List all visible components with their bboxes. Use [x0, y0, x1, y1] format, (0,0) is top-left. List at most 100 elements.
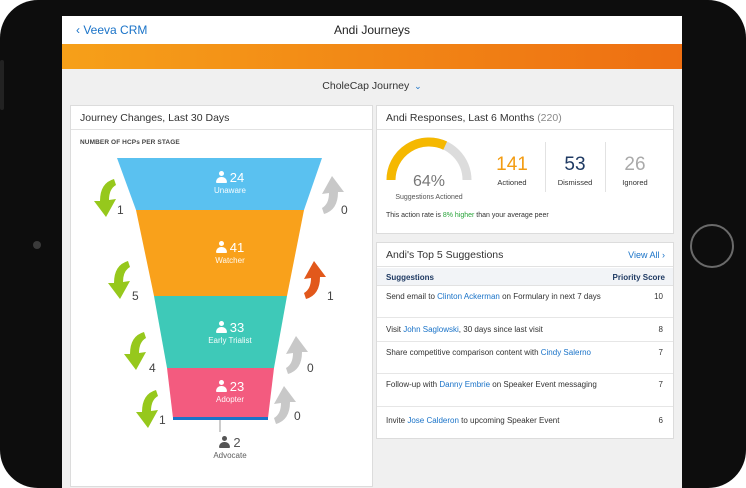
suggestions-table-header: Suggestions Priority Score — [377, 268, 673, 286]
note-text: This action rate is — [386, 212, 443, 219]
gauge-label: Suggestions Actioned — [395, 194, 463, 201]
hcp-link[interactable]: Jose Calderon — [407, 416, 459, 425]
priority-score: 10 — [654, 292, 663, 301]
suggestion-suffix: on Formulary in next 7 days — [499, 292, 601, 301]
stage-count: 33 — [229, 320, 245, 335]
down-arrow-icon-shape — [124, 332, 146, 370]
stage-count: 2 — [233, 435, 241, 450]
suggestion-text: Send email to Clinton Ackerman on Formul… — [386, 292, 611, 302]
down-arrow-icon-shape — [94, 179, 116, 217]
metric-label: Actioned — [497, 178, 527, 187]
down-arrow-icon-shape — [136, 390, 158, 428]
funnel-stage-advocate[interactable]: 2 Advocate — [190, 435, 270, 460]
metric-label: Dismissed — [557, 178, 593, 187]
moves-down-count: 4 — [149, 361, 156, 375]
hcp-link[interactable]: John Saglowski — [403, 325, 459, 334]
stage-name: Early Trialist — [208, 336, 252, 345]
action-rate-note: This action rate is 8% higher than your … — [386, 212, 549, 219]
suggestion-prefix: Visit — [386, 325, 404, 334]
metric-value: 53 — [564, 154, 586, 175]
suggestion-suffix: to upcoming Speaker Event — [458, 416, 560, 425]
metric-label: Ignored — [622, 178, 648, 187]
hcp-link[interactable]: Danny Embrie — [439, 380, 490, 389]
moves-up-count: 0 — [294, 409, 301, 423]
suggestion-prefix: Send email to — [386, 292, 438, 301]
stage-name: Adopter — [215, 395, 245, 404]
down-arrow-icon — [124, 332, 146, 370]
table-row[interactable]: Send email to Clinton Ackerman on Formul… — [377, 286, 673, 318]
andi-responses-total: (220) — [537, 112, 562, 124]
person-icon — [215, 321, 227, 333]
view-all-label: View All — [628, 250, 660, 260]
moves-up-count: 1 — [327, 289, 334, 303]
metric-dismissed[interactable]: 53 Dismissed — [547, 154, 603, 187]
suggestion-text: Visit John Saglowski, 30 days since last… — [386, 325, 611, 335]
metric-divider — [545, 142, 546, 192]
person-icon — [215, 171, 227, 183]
suggestion-suffix: on Speaker Event messaging — [490, 380, 597, 389]
table-row[interactable]: Visit John Saglowski, 30 days since last… — [377, 318, 673, 342]
funnel-stage-early-trialist[interactable]: 33 Early Trialist — [180, 320, 280, 345]
column-header-priority-score: Priority Score — [612, 273, 665, 282]
down-arrow-icon — [108, 261, 130, 299]
gauge-percent: 64% — [412, 173, 446, 190]
funnel-stage-unaware[interactable]: 24 Unaware — [190, 170, 270, 195]
metric-ignored[interactable]: 26 Ignored — [607, 154, 663, 187]
suggestion-prefix: Share competitive comparison content wit… — [386, 348, 541, 357]
priority-score: 7 — [658, 380, 663, 389]
up-arrow-icon-shape — [286, 336, 308, 374]
note-highlight: 8% higher — [442, 212, 475, 219]
funnel-stage-adopter[interactable]: 23 Adopter — [190, 379, 270, 404]
view-all-link[interactable]: View All › — [628, 250, 665, 260]
priority-score: 7 — [658, 348, 663, 357]
column-header-suggestions: Suggestions — [386, 273, 435, 282]
tablet-frame: ‹ Veeva CRM Andi Journeys CholeCap Journ… — [0, 0, 746, 488]
tablet-camera — [33, 241, 41, 249]
metric-actioned[interactable]: 141 Actioned — [482, 154, 542, 187]
suggestion-prefix: Follow-up with — [386, 380, 440, 389]
suggestion-suffix: , 30 days since last visit — [458, 325, 543, 334]
down-arrow-icon — [94, 179, 116, 217]
up-arrow-icon — [274, 386, 296, 424]
tablet-side-button — [0, 60, 4, 110]
stage-name: Advocate — [213, 451, 247, 460]
note-text: than your average peer — [474, 212, 549, 219]
person-icon — [215, 241, 227, 253]
moves-down-count: 5 — [132, 289, 139, 303]
stage-count: 24 — [229, 170, 245, 185]
stage-count: 23 — [229, 379, 245, 394]
priority-score: 6 — [658, 416, 663, 425]
table-row[interactable]: Follow-up with Danny Embrie on Speaker E… — [377, 374, 673, 407]
moves-down-count: 1 — [159, 413, 166, 427]
tablet-home-button[interactable] — [690, 224, 734, 268]
top-suggestions-panel: Andi's Top 5 Suggestions View All › Sugg… — [376, 242, 674, 439]
table-row[interactable]: Invite Jose Calderon to upcoming Speaker… — [377, 407, 673, 438]
moves-up-count: 0 — [341, 203, 348, 217]
stage-name: Unaware — [213, 186, 246, 195]
app-screen: ‹ Veeva CRM Andi Journeys CholeCap Journ… — [62, 16, 682, 488]
person-icon — [215, 380, 227, 392]
hcp-link[interactable]: Cindy Salerno — [541, 348, 591, 357]
up-arrow-icon — [304, 261, 326, 299]
funnel-base-line — [173, 417, 268, 420]
metric-value: 141 — [496, 154, 528, 175]
chevron-right-icon: › — [662, 250, 665, 260]
metric-value: 26 — [624, 154, 646, 175]
up-arrow-icon — [286, 336, 308, 374]
hcp-link[interactable]: Clinton Ackerman — [437, 292, 500, 301]
suggestion-prefix: Invite — [386, 416, 408, 425]
suggestion-text: Follow-up with Danny Embrie on Speaker E… — [386, 380, 611, 390]
moves-up-count: 0 — [307, 361, 314, 375]
funnel-stage-watcher[interactable]: 41 Watcher — [190, 240, 270, 265]
table-row[interactable]: Share competitive comparison content wit… — [377, 342, 673, 374]
metric-divider — [605, 142, 606, 192]
andi-responses-header: Andi Responses, Last 6 Months (220) — [377, 106, 673, 130]
stage-count: 41 — [229, 240, 245, 255]
down-arrow-icon-shape — [108, 261, 130, 299]
up-arrow-icon-shape — [304, 261, 326, 299]
stage-name: Watcher — [215, 256, 245, 265]
up-arrow-icon-shape — [274, 386, 296, 424]
suggestion-text: Share competitive comparison content wit… — [386, 348, 611, 358]
down-arrow-icon — [136, 390, 158, 428]
priority-score: 8 — [658, 325, 663, 334]
